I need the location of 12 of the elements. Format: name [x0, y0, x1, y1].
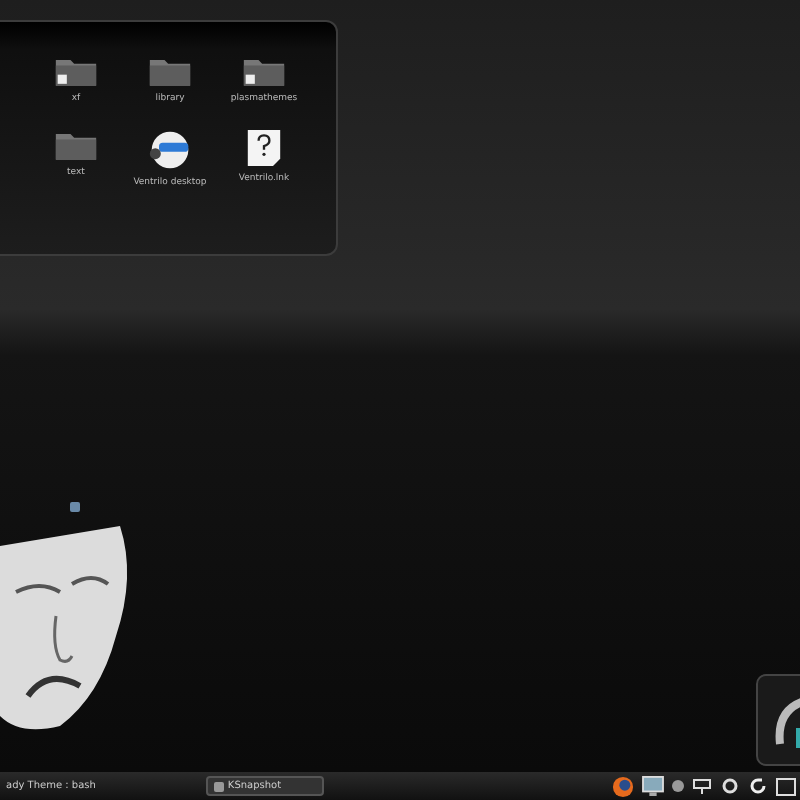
folder-icon[interactable]: [148, 54, 192, 88]
folder-icon[interactable]: [54, 128, 98, 162]
window-icon[interactable]: [776, 777, 796, 795]
network-icon[interactable]: [692, 776, 712, 796]
monitor-icon[interactable]: [642, 776, 664, 796]
refresh-icon[interactable]: [748, 776, 768, 796]
browser-icon[interactable]: [612, 775, 634, 797]
folder-shortcut-icon[interactable]: [242, 54, 286, 88]
question-document-icon[interactable]: [246, 128, 282, 168]
folder-shortcut-icon[interactable]: [54, 54, 98, 88]
settings-icon[interactable]: [720, 776, 740, 796]
dot-icon[interactable]: [672, 780, 684, 792]
